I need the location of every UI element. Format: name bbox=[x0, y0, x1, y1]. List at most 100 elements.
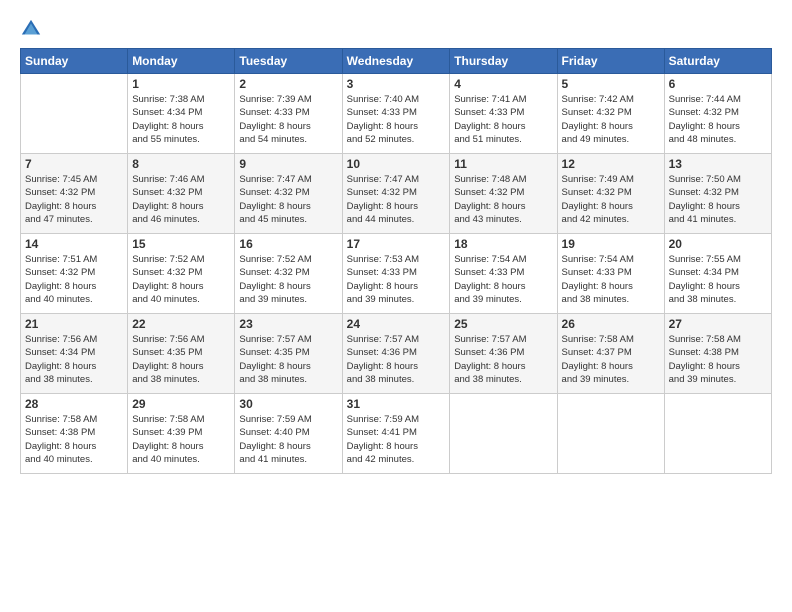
day-number: 23 bbox=[239, 317, 337, 331]
week-row-2: 7Sunrise: 7:45 AM Sunset: 4:32 PM Daylig… bbox=[21, 154, 772, 234]
day-number: 12 bbox=[562, 157, 660, 171]
day-number: 26 bbox=[562, 317, 660, 331]
day-number: 5 bbox=[562, 77, 660, 91]
day-number: 9 bbox=[239, 157, 337, 171]
day-number: 29 bbox=[132, 397, 230, 411]
weekday-header-friday: Friday bbox=[557, 49, 664, 74]
calendar-cell: 15 Sunrise: 7:52 AM Sunset: 4:32 PM Dayli… bbox=[128, 234, 235, 314]
calendar-cell bbox=[557, 394, 664, 474]
day-info: Sunrise: 7:52 AM Sunset: 4:32 PM Dayligh… bbox=[239, 253, 337, 306]
calendar-cell: 8 Sunrise: 7:46 AM Sunset: 4:32 PM Daylig… bbox=[128, 154, 235, 234]
day-info: Sunrise: 7:42 AM Sunset: 4:32 PM Dayligh… bbox=[562, 93, 660, 146]
day-number: 2 bbox=[239, 77, 337, 91]
day-number: 25 bbox=[454, 317, 552, 331]
day-number: 16 bbox=[239, 237, 337, 251]
calendar-cell bbox=[21, 74, 128, 154]
day-number: 17 bbox=[347, 237, 446, 251]
day-info: Sunrise: 7:39 AM Sunset: 4:33 PM Dayligh… bbox=[239, 93, 337, 146]
week-row-5: 28 Sunrise: 7:58 AM Sunset: 4:38 PM Dayli… bbox=[21, 394, 772, 474]
day-number: 27 bbox=[669, 317, 767, 331]
calendar-cell: 25 Sunrise: 7:57 AM Sunset: 4:36 PM Dayli… bbox=[450, 314, 557, 394]
day-info: Sunrise: 7:46 AM Sunset: 4:32 PM Dayligh… bbox=[132, 173, 230, 226]
day-number: 19 bbox=[562, 237, 660, 251]
calendar-cell: 16 Sunrise: 7:52 AM Sunset: 4:32 PM Dayli… bbox=[235, 234, 342, 314]
day-info: Sunrise: 7:57 AM Sunset: 4:36 PM Dayligh… bbox=[454, 333, 552, 386]
day-info: Sunrise: 7:58 AM Sunset: 4:38 PM Dayligh… bbox=[25, 413, 123, 466]
calendar-cell: 18 Sunrise: 7:54 AM Sunset: 4:33 PM Dayli… bbox=[450, 234, 557, 314]
day-info: Sunrise: 7:55 AM Sunset: 4:34 PM Dayligh… bbox=[669, 253, 767, 306]
weekday-header-sunday: Sunday bbox=[21, 49, 128, 74]
day-info: Sunrise: 7:47 AM Sunset: 4:32 PM Dayligh… bbox=[239, 173, 337, 226]
calendar-cell: 4Sunrise: 7:41 AM Sunset: 4:33 PM Daylig… bbox=[450, 74, 557, 154]
logo-icon bbox=[20, 18, 42, 40]
calendar-cell: 19 Sunrise: 7:54 AM Sunset: 4:33 PM Dayli… bbox=[557, 234, 664, 314]
day-number: 28 bbox=[25, 397, 123, 411]
page: SundayMondayTuesdayWednesdayThursdayFrid… bbox=[0, 0, 792, 612]
calendar-cell: 20 Sunrise: 7:55 AM Sunset: 4:34 PM Dayli… bbox=[664, 234, 771, 314]
week-row-4: 21Sunrise: 7:56 AM Sunset: 4:34 PM Dayli… bbox=[21, 314, 772, 394]
day-number: 30 bbox=[239, 397, 337, 411]
calendar-cell: 6 Sunrise: 7:44 AM Sunset: 4:32 PM Daylig… bbox=[664, 74, 771, 154]
calendar-cell: 24Sunrise: 7:57 AM Sunset: 4:36 PM Dayli… bbox=[342, 314, 450, 394]
day-info: Sunrise: 7:58 AM Sunset: 4:37 PM Dayligh… bbox=[562, 333, 660, 386]
day-info: Sunrise: 7:44 AM Sunset: 4:32 PM Dayligh… bbox=[669, 93, 767, 146]
day-number: 20 bbox=[669, 237, 767, 251]
calendar-cell: 30Sunrise: 7:59 AM Sunset: 4:40 PM Dayli… bbox=[235, 394, 342, 474]
calendar-cell: 28 Sunrise: 7:58 AM Sunset: 4:38 PM Dayli… bbox=[21, 394, 128, 474]
week-row-3: 14 Sunrise: 7:51 AM Sunset: 4:32 PM Dayli… bbox=[21, 234, 772, 314]
weekday-header-monday: Monday bbox=[128, 49, 235, 74]
calendar-cell: 22 Sunrise: 7:56 AM Sunset: 4:35 PM Dayli… bbox=[128, 314, 235, 394]
day-number: 18 bbox=[454, 237, 552, 251]
weekday-header-tuesday: Tuesday bbox=[235, 49, 342, 74]
day-info: Sunrise: 7:58 AM Sunset: 4:38 PM Dayligh… bbox=[669, 333, 767, 386]
calendar-cell: 31 Sunrise: 7:59 AM Sunset: 4:41 PM Dayli… bbox=[342, 394, 450, 474]
day-number: 13 bbox=[669, 157, 767, 171]
weekday-header-saturday: Saturday bbox=[664, 49, 771, 74]
day-info: Sunrise: 7:48 AM Sunset: 4:32 PM Dayligh… bbox=[454, 173, 552, 226]
calendar-cell bbox=[664, 394, 771, 474]
day-number: 6 bbox=[669, 77, 767, 91]
day-number: 22 bbox=[132, 317, 230, 331]
calendar-cell: 27 Sunrise: 7:58 AM Sunset: 4:38 PM Dayli… bbox=[664, 314, 771, 394]
calendar-cell: 17 Sunrise: 7:53 AM Sunset: 4:33 PM Dayli… bbox=[342, 234, 450, 314]
day-info: Sunrise: 7:45 AM Sunset: 4:32 PM Dayligh… bbox=[25, 173, 123, 226]
day-info: Sunrise: 7:47 AM Sunset: 4:32 PM Dayligh… bbox=[347, 173, 446, 226]
calendar-cell: 1Sunrise: 7:38 AM Sunset: 4:34 PM Daylig… bbox=[128, 74, 235, 154]
day-info: Sunrise: 7:51 AM Sunset: 4:32 PM Dayligh… bbox=[25, 253, 123, 306]
calendar-cell: 7Sunrise: 7:45 AM Sunset: 4:32 PM Daylig… bbox=[21, 154, 128, 234]
calendar-cell: 13Sunrise: 7:50 AM Sunset: 4:32 PM Dayli… bbox=[664, 154, 771, 234]
day-info: Sunrise: 7:38 AM Sunset: 4:34 PM Dayligh… bbox=[132, 93, 230, 146]
day-info: Sunrise: 7:54 AM Sunset: 4:33 PM Dayligh… bbox=[454, 253, 552, 306]
day-info: Sunrise: 7:56 AM Sunset: 4:35 PM Dayligh… bbox=[132, 333, 230, 386]
calendar-cell: 12 Sunrise: 7:49 AM Sunset: 4:32 PM Dayli… bbox=[557, 154, 664, 234]
day-info: Sunrise: 7:54 AM Sunset: 4:33 PM Dayligh… bbox=[562, 253, 660, 306]
calendar-cell: 3 Sunrise: 7:40 AM Sunset: 4:33 PM Daylig… bbox=[342, 74, 450, 154]
logo bbox=[20, 18, 46, 40]
day-info: Sunrise: 7:40 AM Sunset: 4:33 PM Dayligh… bbox=[347, 93, 446, 146]
day-info: Sunrise: 7:59 AM Sunset: 4:41 PM Dayligh… bbox=[347, 413, 446, 466]
day-info: Sunrise: 7:52 AM Sunset: 4:32 PM Dayligh… bbox=[132, 253, 230, 306]
day-info: Sunrise: 7:58 AM Sunset: 4:39 PM Dayligh… bbox=[132, 413, 230, 466]
calendar-cell: 9 Sunrise: 7:47 AM Sunset: 4:32 PM Daylig… bbox=[235, 154, 342, 234]
calendar-cell: 26 Sunrise: 7:58 AM Sunset: 4:37 PM Dayli… bbox=[557, 314, 664, 394]
day-info: Sunrise: 7:57 AM Sunset: 4:35 PM Dayligh… bbox=[239, 333, 337, 386]
day-number: 8 bbox=[132, 157, 230, 171]
day-info: Sunrise: 7:53 AM Sunset: 4:33 PM Dayligh… bbox=[347, 253, 446, 306]
day-number: 24 bbox=[347, 317, 446, 331]
header bbox=[20, 18, 772, 40]
weekday-header-row: SundayMondayTuesdayWednesdayThursdayFrid… bbox=[21, 49, 772, 74]
day-number: 14 bbox=[25, 237, 123, 251]
calendar-cell bbox=[450, 394, 557, 474]
day-number: 21 bbox=[25, 317, 123, 331]
calendar-cell: 5 Sunrise: 7:42 AM Sunset: 4:32 PM Daylig… bbox=[557, 74, 664, 154]
calendar-cell: 2 Sunrise: 7:39 AM Sunset: 4:33 PM Daylig… bbox=[235, 74, 342, 154]
day-number: 3 bbox=[347, 77, 446, 91]
day-number: 15 bbox=[132, 237, 230, 251]
calendar: SundayMondayTuesdayWednesdayThursdayFrid… bbox=[20, 48, 772, 474]
day-info: Sunrise: 7:49 AM Sunset: 4:32 PM Dayligh… bbox=[562, 173, 660, 226]
calendar-cell: 11Sunrise: 7:48 AM Sunset: 4:32 PM Dayli… bbox=[450, 154, 557, 234]
calendar-cell: 21Sunrise: 7:56 AM Sunset: 4:34 PM Dayli… bbox=[21, 314, 128, 394]
day-number: 4 bbox=[454, 77, 552, 91]
calendar-cell: 14 Sunrise: 7:51 AM Sunset: 4:32 PM Dayli… bbox=[21, 234, 128, 314]
day-number: 31 bbox=[347, 397, 446, 411]
